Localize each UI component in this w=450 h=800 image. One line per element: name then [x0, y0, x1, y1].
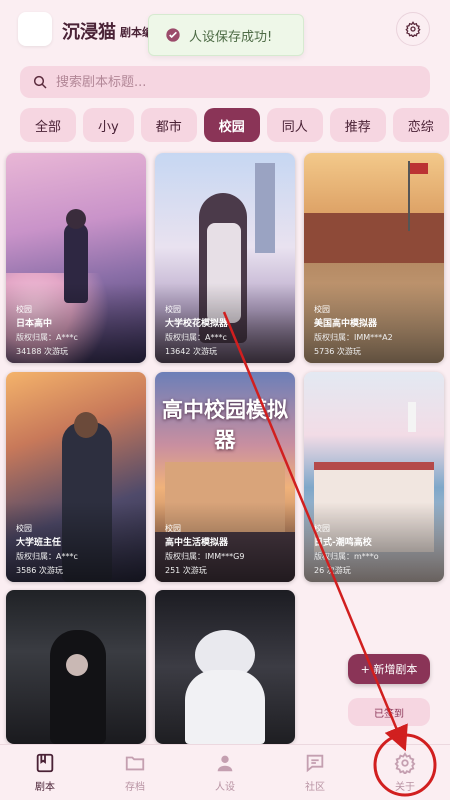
nav-item-persona[interactable]: 人设	[180, 745, 270, 800]
card-tag: 校园	[165, 524, 181, 533]
tab-city[interactable]: 都市	[140, 108, 197, 142]
gear-icon	[405, 21, 421, 37]
card-title: 高中生活模拟器	[165, 538, 229, 548]
tab-fandom[interactable]: 同人	[266, 108, 323, 142]
card-owner: 版权归属：m***o	[314, 552, 379, 561]
script-card[interactable]: 校园 日本高中 版权归属：A***c 34188 次游玩	[6, 153, 146, 363]
nav-label: 社区	[305, 782, 325, 793]
script-card[interactable]	[155, 590, 295, 744]
nav-item-about[interactable]: 关于	[360, 745, 450, 800]
tab-recommend[interactable]: 推荐	[329, 108, 386, 142]
card-plays: 13642 次游玩	[165, 347, 217, 356]
script-card[interactable]: 校园 大学班主任 版权归属：A***c 3586 次游玩	[6, 372, 146, 582]
search-input[interactable]	[56, 74, 396, 90]
card-cover-title: 高中校园模拟器	[162, 398, 288, 452]
script-card[interactable]: 高中校园模拟器 校园 高中生活模拟器 版权归属：IMM***G9 251 次游玩	[155, 372, 295, 582]
checkin-label: 已签到	[374, 708, 404, 720]
card-title: 日本高中	[16, 319, 53, 329]
tab-all[interactable]: 全部	[20, 108, 77, 142]
card-tag: 校园	[16, 524, 32, 533]
card-owner: 版权归属：A***c	[16, 552, 78, 561]
script-card[interactable]: 校园 美国高中模拟器 版权归属：IMM***A2 5736 次游玩	[304, 153, 444, 363]
card-title: 日式-潮鸣高校	[314, 538, 372, 548]
settings-button[interactable]	[396, 12, 430, 46]
nav-item-saves[interactable]: 存档	[90, 745, 180, 800]
card-tag: 校园	[314, 305, 330, 314]
gear-icon	[394, 752, 416, 774]
bottom-nav: 剧本 存档 人设 社区 关于	[0, 744, 450, 800]
script-card[interactable]	[6, 590, 146, 744]
app-title: 沉浸猫	[62, 22, 116, 43]
script-card[interactable]: 校园 日式-潮鸣高校 版权归属：m***o 26 次游玩	[304, 372, 444, 582]
script-card[interactable]: 校园 大学校花模拟器 版权归属：A***c 13642 次游玩	[155, 153, 295, 363]
tab-campus[interactable]: 校园	[203, 108, 260, 142]
card-plays: 251 次游玩	[165, 566, 207, 575]
card-owner: 版权归属：A***c	[16, 333, 78, 342]
nav-item-community[interactable]: 社区	[270, 745, 360, 800]
card-title: 大学班主任	[16, 538, 62, 548]
nav-label: 剧本	[35, 782, 55, 793]
app-logo	[18, 12, 52, 46]
card-tag: 校园	[16, 305, 32, 314]
tab-dating-show[interactable]: 恋综	[392, 108, 449, 142]
card-plays: 34188 次游玩	[16, 347, 68, 356]
nav-item-scripts[interactable]: 剧本	[0, 745, 90, 800]
success-toast: 人设保存成功!	[148, 14, 304, 56]
card-plays: 5736 次游玩	[314, 347, 361, 356]
card-owner: 版权归属：IMM***A2	[314, 333, 393, 342]
chat-icon	[306, 754, 324, 773]
card-owner: 版权归属：IMM***G9	[165, 552, 245, 561]
checkin-button[interactable]: 已签到	[348, 698, 430, 726]
tab-xiaoy[interactable]: 小y	[83, 108, 134, 142]
check-circle-icon	[166, 28, 180, 42]
nav-label: 关于	[395, 782, 415, 793]
nav-label: 人设	[215, 782, 235, 793]
search-icon	[33, 75, 47, 89]
category-tabs: 全部 小y 都市 校园 同人 推荐 恋综	[20, 108, 449, 142]
search-bar[interactable]	[20, 66, 430, 98]
card-tag: 校园	[165, 305, 181, 314]
cover-image	[155, 590, 295, 744]
card-owner: 版权归属：A***c	[165, 333, 227, 342]
card-title: 美国高中模拟器	[314, 319, 378, 329]
cover-image	[6, 590, 146, 744]
card-plays: 3586 次游玩	[16, 566, 63, 575]
person-icon	[217, 755, 233, 772]
folder-icon	[125, 756, 145, 771]
card-plays: 26 次游玩	[314, 566, 351, 575]
book-icon	[36, 753, 54, 773]
card-tag: 校园	[314, 524, 330, 533]
card-title: 大学校花模拟器	[165, 319, 229, 329]
nav-label: 存档	[125, 782, 145, 793]
add-script-button[interactable]: + 新增剧本	[348, 654, 430, 684]
toast-message: 人设保存成功!	[189, 29, 273, 45]
